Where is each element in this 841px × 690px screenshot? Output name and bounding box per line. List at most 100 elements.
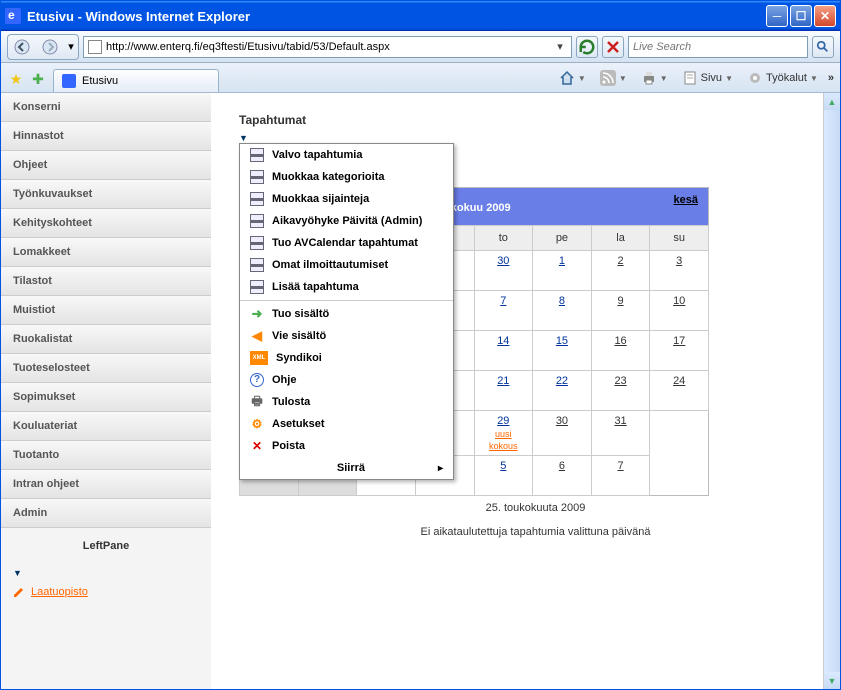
menu-item[interactable]: ?Ohje: [240, 369, 453, 391]
calendar-cell[interactable]: 30: [474, 251, 533, 291]
minimize-button[interactable]: ─: [766, 5, 788, 27]
close-button[interactable]: ✕: [814, 5, 836, 27]
nav-dropdown[interactable]: ▾: [64, 35, 78, 59]
tools-menu[interactable]: Työkalut▼: [743, 68, 822, 88]
next-month-link[interactable]: kesä: [674, 194, 698, 206]
calendar-cell[interactable]: 16: [591, 331, 650, 371]
calendar-cell[interactable]: 9: [591, 291, 650, 331]
sidebar-item[interactable]: Tilastot: [1, 267, 211, 296]
menu-item[interactable]: Tuo AVCalendar tapahtumat: [240, 232, 453, 254]
search-button[interactable]: [812, 36, 834, 58]
calendar-icon: [250, 280, 264, 294]
title-bar: Etusivu - Windows Internet Explorer ─ ☐ …: [1, 1, 840, 31]
calendar-cell[interactable]: 3: [650, 251, 709, 291]
calendar-cell[interactable]: 22: [533, 371, 592, 411]
calendar-cell[interactable]: 10: [650, 291, 709, 331]
menu-item[interactable]: ➜Tuo sisältö: [240, 303, 453, 325]
forward-button[interactable]: [36, 35, 64, 59]
sidebar-item[interactable]: Hinnastot: [1, 122, 211, 151]
scroll-thumb[interactable]: [824, 110, 840, 672]
module-title: Tapahtumat: [239, 113, 832, 127]
calendar-cell[interactable]: 6: [533, 456, 592, 496]
browser-window: Etusivu - Windows Internet Explorer ─ ☐ …: [0, 0, 841, 690]
sidebar-item[interactable]: Tuotanto: [1, 441, 211, 470]
leftpane-dropdown-icon[interactable]: ▼: [13, 568, 199, 578]
calendar-cell[interactable]: 1: [533, 251, 592, 291]
scroll-down-button[interactable]: ▼: [824, 672, 840, 689]
menu-item[interactable]: XMLSyndikoi: [240, 347, 453, 369]
feeds-button[interactable]: ▼: [596, 68, 631, 88]
print-button[interactable]: ▼: [637, 68, 672, 88]
browser-tab[interactable]: Etusivu: [53, 69, 219, 92]
sidebar-item[interactable]: Kouluateriat: [1, 412, 211, 441]
search-input[interactable]: [633, 41, 803, 53]
import-icon: ➜: [250, 307, 264, 321]
sidebar-item[interactable]: Ohjeet: [1, 151, 211, 180]
calendar-cell[interactable]: 17: [650, 331, 709, 371]
calendar-cell[interactable]: 2: [591, 251, 650, 291]
calendar-cell[interactable]: 31: [591, 411, 650, 456]
sidebar-item[interactable]: Sopimukset: [1, 383, 211, 412]
add-favorite-icon[interactable]: ✚: [29, 70, 47, 88]
sidebar-item[interactable]: Ruokalistat: [1, 325, 211, 354]
toolbar-right: ▼ ▼ ▼ Sivu▼ Työkalut▼ »: [555, 68, 834, 88]
calendar-cell[interactable]: 5: [474, 456, 533, 496]
calendar-cell[interactable]: 7: [474, 291, 533, 331]
menu-item[interactable]: ⚙Asetukset: [240, 413, 453, 435]
menu-item[interactable]: Lisää tapahtuma: [240, 276, 453, 298]
menu-item[interactable]: Valvo tapahtumia: [240, 144, 453, 166]
calendar-footer-date: 25. toukokuuta 2009: [239, 496, 832, 520]
favorites-icon[interactable]: ★: [7, 70, 25, 88]
window-title: Etusivu - Windows Internet Explorer: [27, 9, 766, 24]
toolbar-overflow[interactable]: »: [828, 72, 834, 84]
url-input[interactable]: [106, 41, 549, 53]
menu-item[interactable]: ✕Poista: [240, 435, 453, 457]
calendar-icon: [250, 148, 264, 162]
day-header: pe: [533, 226, 592, 251]
menu-item[interactable]: Siirrä: [240, 457, 453, 479]
module-dropdown-icon[interactable]: ▼: [239, 133, 832, 143]
sidebar-item[interactable]: Lomakkeet: [1, 238, 211, 267]
pencil-icon: [13, 586, 25, 598]
ie-icon: [5, 8, 21, 24]
search-box: [628, 36, 808, 58]
menu-item[interactable]: Aikavyöhyke Päivitä (Admin): [240, 210, 453, 232]
refresh-button[interactable]: [576, 36, 598, 58]
calendar-cell[interactable]: 15: [533, 331, 592, 371]
menu-item[interactable]: Muokkaa sijainteja: [240, 188, 453, 210]
menu-item[interactable]: Muokkaa kategorioita: [240, 166, 453, 188]
calendar-cell[interactable]: 24: [650, 371, 709, 411]
calendar-cell[interactable]: 8: [533, 291, 592, 331]
sidebar-item[interactable]: Konserni: [1, 93, 211, 122]
menu-item[interactable]: 🖶Tulosta: [240, 391, 453, 413]
calendar-icon: [250, 214, 264, 228]
menu-item[interactable]: ◀Vie sisältö: [240, 325, 453, 347]
stop-button[interactable]: [602, 36, 624, 58]
menu-item[interactable]: Omat ilmoittautumiset: [240, 254, 453, 276]
home-button[interactable]: ▼: [555, 68, 590, 88]
sidebar-item[interactable]: Muistiot: [1, 296, 211, 325]
day-header: su: [650, 226, 709, 251]
url-dropdown[interactable]: ▾: [553, 37, 567, 57]
calendar-cell[interactable]: 30: [533, 411, 592, 456]
calendar-cell[interactable]: 29uusikokous: [474, 411, 533, 456]
sidebar-item[interactable]: Kehityskohteet: [1, 209, 211, 238]
url-box: ▾: [83, 36, 572, 58]
page-menu[interactable]: Sivu▼: [678, 68, 737, 88]
sidebar-item[interactable]: Tuoteselosteet: [1, 354, 211, 383]
calendar-cell[interactable]: 21: [474, 371, 533, 411]
calendar-cell[interactable]: 7: [591, 456, 650, 496]
sidebar-item[interactable]: Admin: [1, 499, 211, 528]
leftpane-link[interactable]: Laatuopisto: [1, 582, 211, 602]
tab-label: Etusivu: [82, 75, 118, 87]
sidebar-item[interactable]: Intran ohjeet: [1, 470, 211, 499]
calendar-cell[interactable]: 14: [474, 331, 533, 371]
scroll-up-button[interactable]: ▲: [824, 93, 840, 110]
calendar-cell[interactable]: 23: [591, 371, 650, 411]
maximize-button[interactable]: ☐: [790, 5, 812, 27]
gear-icon: ⚙: [250, 417, 264, 431]
vertical-scrollbar[interactable]: ▲ ▼: [823, 93, 840, 689]
delete-icon: ✕: [250, 439, 264, 453]
sidebar-item[interactable]: Työnkuvaukset: [1, 180, 211, 209]
back-button[interactable]: [8, 35, 36, 59]
